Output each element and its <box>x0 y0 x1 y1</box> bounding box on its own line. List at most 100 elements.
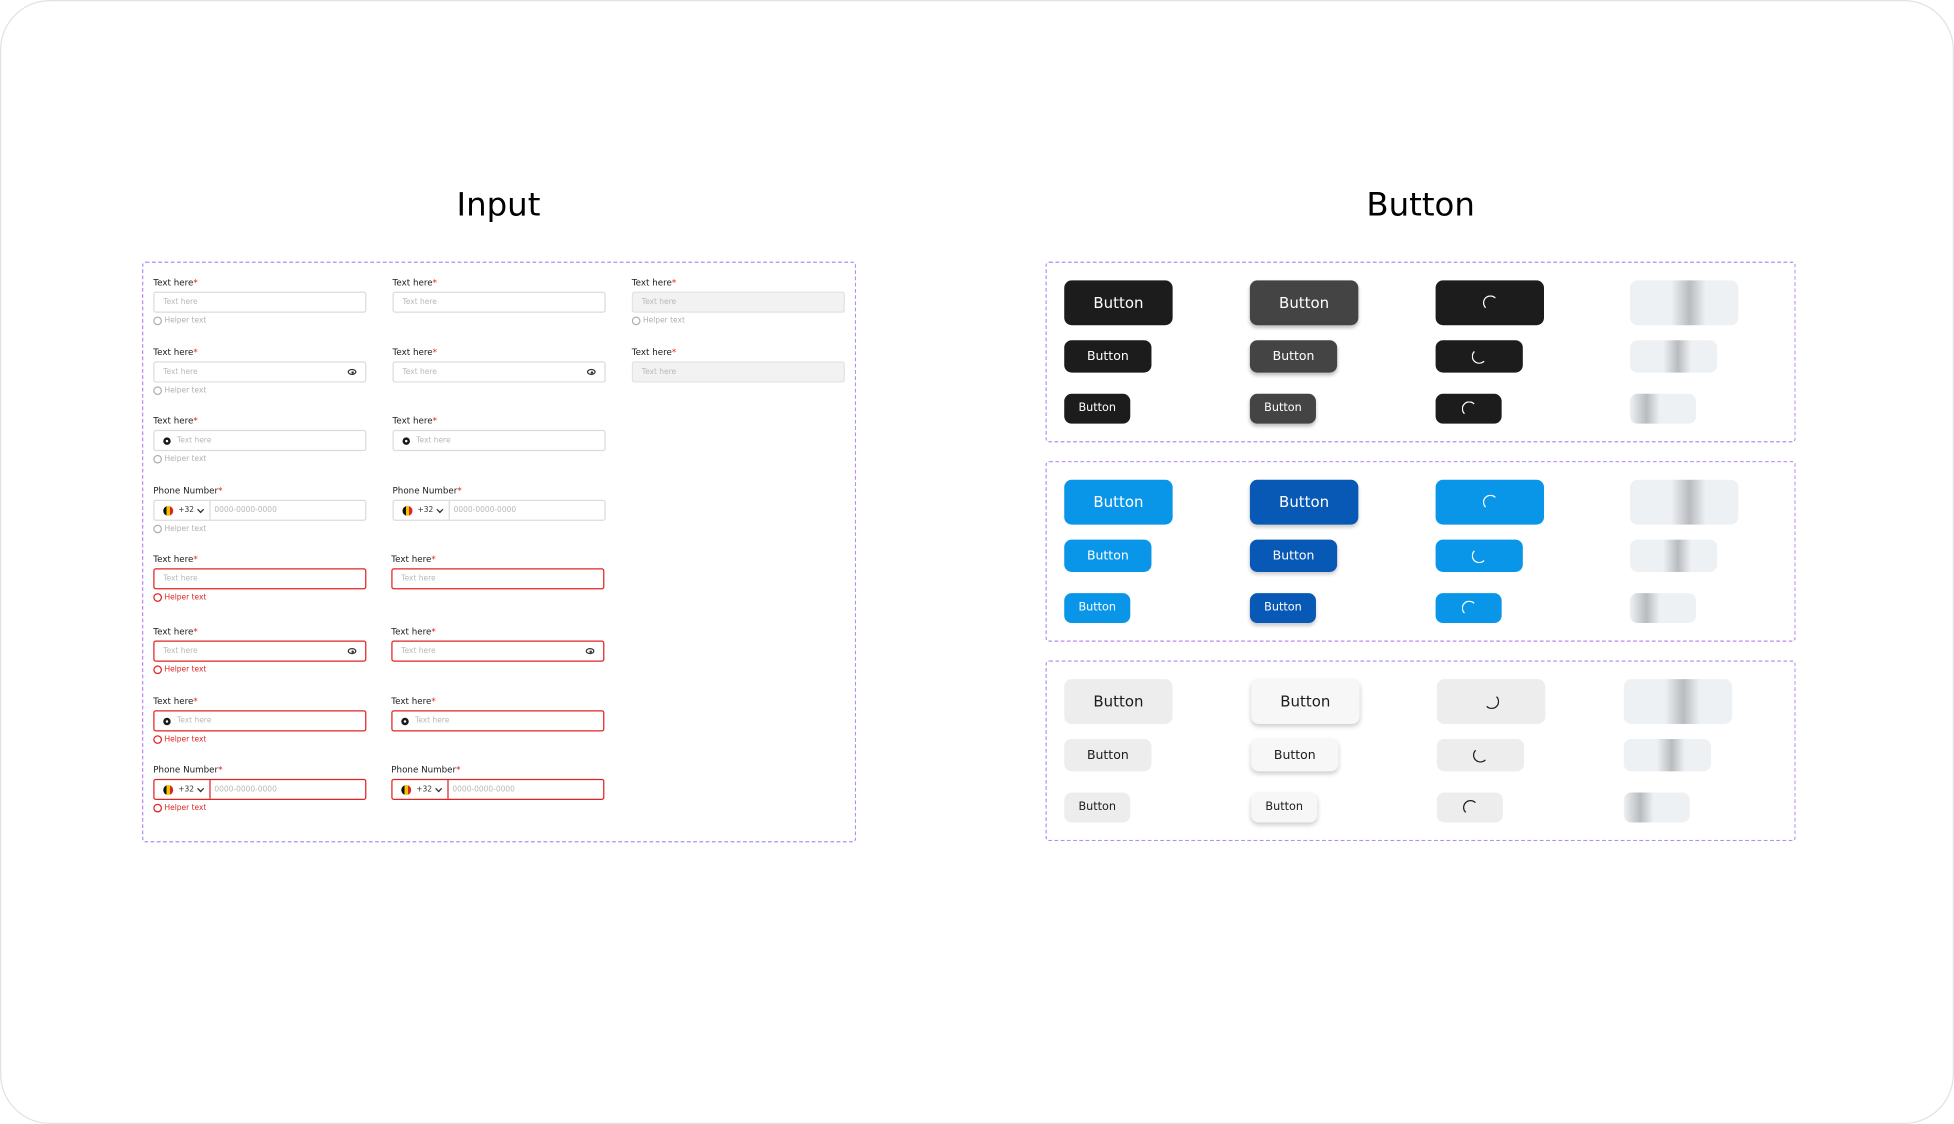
input-icon-error-no-helper: Text here* Text here <box>391 697 605 732</box>
secondary-button-small-hover[interactable]: Button <box>1251 792 1318 823</box>
leading-circle-icon <box>163 436 171 445</box>
eye-icon[interactable] <box>586 368 596 376</box>
secondary-button-medium-hover[interactable]: Button <box>1251 738 1339 772</box>
placeholder: Text here <box>176 716 212 726</box>
placeholder: Text here <box>402 297 437 307</box>
primary-button-medium[interactable]: Button <box>1064 340 1152 373</box>
field-label: Phone Number* <box>391 765 461 776</box>
input-phone: Phone Number* +32 0000-0000-0000 Helper … <box>153 486 367 535</box>
primary-button-small-hover[interactable]: Button <box>1249 393 1316 424</box>
placeholder: Text here <box>641 367 677 377</box>
blue-button-large-loading[interactable] <box>1435 479 1545 525</box>
country-code: +32 <box>416 785 433 794</box>
text-input-error[interactable]: Text here <box>153 568 367 590</box>
placeholder: Text here <box>163 574 198 584</box>
text-input-disabled: Text here <box>631 291 845 313</box>
eye-icon[interactable] <box>585 647 595 655</box>
primary-button-small[interactable]: Button <box>1064 393 1131 424</box>
spinner-icon <box>1482 295 1498 311</box>
primary-button-large-hover[interactable]: Button <box>1249 280 1359 326</box>
eye-icon[interactable] <box>347 647 357 655</box>
primary-button-medium-hover[interactable]: Button <box>1249 340 1338 373</box>
eye-icon[interactable] <box>347 368 357 376</box>
secondary-button-small-skeleton <box>1623 792 1690 823</box>
blue-button-small-loading[interactable] <box>1435 593 1502 624</box>
secondary-button-medium-loading[interactable] <box>1436 738 1525 772</box>
helper-text: Helper text <box>153 524 366 535</box>
blue-button-medium-loading[interactable] <box>1435 539 1523 572</box>
spinner-icon <box>1482 494 1498 510</box>
secondary-button-small[interactable]: Button <box>1064 792 1131 823</box>
secondary-button-small-loading[interactable] <box>1436 792 1503 823</box>
input-section-title: Input <box>456 186 541 225</box>
input-password-error: Text here* Text here Helper text <box>153 627 367 676</box>
placeholder: Text here <box>641 297 677 307</box>
country-code-select[interactable]: +32 <box>155 500 211 520</box>
text-input[interactable]: Text here <box>153 291 367 313</box>
leading-circle-icon <box>401 717 409 725</box>
placeholder: Text here <box>416 436 451 445</box>
icon-input[interactable]: Text here <box>153 429 367 452</box>
blue-button-medium[interactable]: Button <box>1064 539 1152 572</box>
password-input[interactable]: Text here <box>153 361 367 383</box>
spinner-icon <box>1472 747 1488 763</box>
secondary-button-large[interactable]: Button <box>1064 679 1173 724</box>
country-code-select[interactable]: +32 <box>393 780 449 799</box>
icon-input[interactable]: Text here <box>392 429 606 452</box>
primary-button-small-loading[interactable] <box>1435 393 1502 424</box>
phone-input[interactable]: +32 0000-0000-0000 <box>153 499 367 521</box>
phone-placeholder: 0000-0000-0000 <box>214 505 277 515</box>
field-label: Text here* <box>391 554 436 565</box>
phone-input-error[interactable]: +32 0000-0000-0000 <box>391 778 605 801</box>
blue-button-medium-hover[interactable]: Button <box>1249 539 1338 572</box>
password-input-error[interactable]: Text here <box>153 640 367 662</box>
placeholder: Text here <box>176 436 212 445</box>
password-input-error[interactable]: Text here <box>391 640 605 662</box>
primary-button-medium-loading[interactable] <box>1435 340 1523 373</box>
icon-input-error[interactable]: Text here <box>153 710 367 732</box>
primary-button-large[interactable]: Button <box>1064 280 1173 326</box>
blue-button-large[interactable]: Button <box>1064 479 1173 525</box>
info-icon <box>153 386 163 396</box>
text-input-disabled: Text here <box>631 361 845 383</box>
secondary-button-medium[interactable]: Button <box>1064 738 1152 772</box>
blue-button-large-hover[interactable]: Button <box>1249 479 1359 525</box>
country-code-select[interactable]: +32 <box>394 500 450 520</box>
text-input[interactable]: Text here <box>392 291 606 313</box>
blue-button-small-hover[interactable]: Button <box>1249 593 1316 624</box>
country-code: +32 <box>417 505 434 515</box>
phone-input-error[interactable]: +32 0000-0000-0000 <box>153 778 367 801</box>
input-with-icon: Text here* Text here Helper text <box>153 416 367 465</box>
blue-button-small-skeleton <box>1629 593 1697 624</box>
icon-input-error[interactable]: Text here <box>391 710 605 732</box>
secondary-button-large-hover[interactable]: Button <box>1251 679 1360 724</box>
field-label: Phone Number* <box>153 765 223 776</box>
spinner-icon <box>1471 348 1487 364</box>
field-label: Phone Number* <box>392 485 462 496</box>
info-icon <box>153 524 163 534</box>
phone-placeholder: 0000-0000-0000 <box>452 785 515 794</box>
placeholder: Text here <box>163 367 198 377</box>
input-icon-error: Text here* Text here Helper text <box>153 697 367 746</box>
primary-button-large-loading[interactable] <box>1435 280 1545 326</box>
country-code-select[interactable]: +32 <box>155 780 211 799</box>
placeholder: Text here <box>402 367 437 377</box>
phone-placeholder: 0000-0000-0000 <box>214 785 277 794</box>
error-icon <box>153 593 163 602</box>
chevron-down-icon <box>436 506 444 514</box>
secondary-button-large-loading[interactable] <box>1436 679 1546 724</box>
password-input[interactable]: Text here <box>392 361 606 383</box>
country-code: +32 <box>178 785 194 794</box>
placeholder: Text here <box>163 646 198 656</box>
input-default: Text here* Text here Helper text <box>153 277 367 327</box>
blue-button-small[interactable]: Button <box>1064 593 1131 624</box>
spinner-icon <box>1462 800 1478 815</box>
flag-icon <box>401 785 412 796</box>
error-icon <box>153 735 163 744</box>
phone-input[interactable]: +32 0000-0000-0000 <box>392 499 606 521</box>
field-label: Text here* <box>153 277 198 288</box>
text-input-error[interactable]: Text here <box>391 568 605 590</box>
primary-button-large-skeleton <box>1629 280 1739 326</box>
input-phone-error: Phone Number* +32 0000-0000-0000 Helper … <box>153 765 367 814</box>
input-with-icon-no-helper: Text here* Text here <box>392 416 606 452</box>
